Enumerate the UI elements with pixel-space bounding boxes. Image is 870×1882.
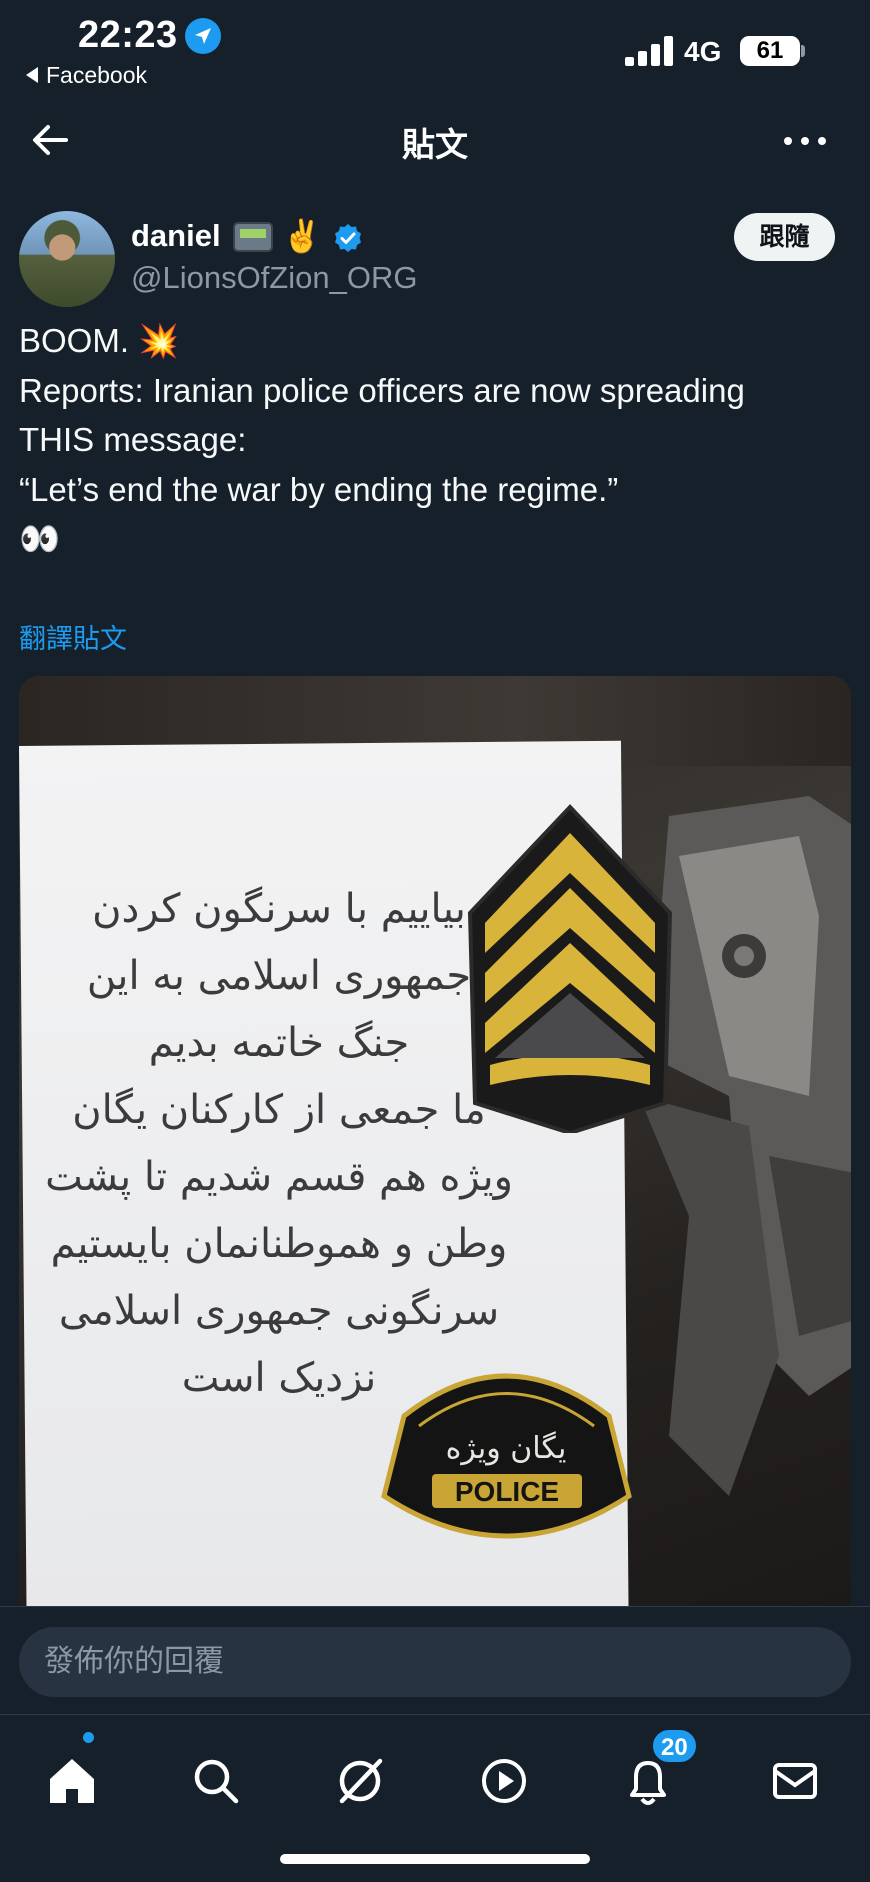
reply-input[interactable] <box>19 1627 851 1697</box>
video-play-icon[interactable] <box>474 1751 534 1811</box>
avatar[interactable] <box>19 211 115 307</box>
battery-tip <box>801 45 805 57</box>
location-arrow-icon <box>185 18 221 54</box>
author-handle[interactable]: @LionsOfZion_ORG <box>131 260 417 296</box>
search-icon[interactable] <box>186 1751 246 1811</box>
home-unread-dot <box>83 1732 94 1743</box>
note-line: بیاییم با سرنگون کردن <box>92 886 466 932</box>
back-triangle-icon <box>26 66 38 83</box>
follow-button[interactable]: 跟隨 <box>734 213 835 261</box>
more-options-icon[interactable] <box>780 118 830 162</box>
verified-badge-icon <box>333 223 363 253</box>
note-line: جمهوری اسلامی به این <box>86 953 472 999</box>
post-header: 貼文 <box>0 104 870 176</box>
tweet-line: BOOM. 💥 <box>19 322 180 359</box>
note-line: ما جمعی از کارکنان یگان <box>72 1087 486 1133</box>
patch-persian-text: یگان ویژه <box>446 1431 567 1466</box>
note-line: وطن و هموطنانمان بایستیم <box>50 1221 508 1267</box>
note-line: سرنگونی جمهوری اسلامی <box>58 1288 500 1334</box>
tweet-photo[interactable]: بیاییم با سرنگون کردن جمهوری اسلامی به ا… <box>19 676 851 1606</box>
reply-bar <box>0 1606 870 1714</box>
tweet-line: Reports: Iranian police officers are now… <box>19 371 745 409</box>
messages-mail-icon[interactable] <box>765 1751 825 1811</box>
author-display-name[interactable]: daniel <box>131 218 221 254</box>
signal-bars-icon <box>625 34 675 66</box>
peace-emoji: ✌️ <box>282 218 322 254</box>
note-text: بیاییم با سرنگون کردن جمهوری اسلامی به ا… <box>39 876 519 1412</box>
status-time: 22:23 <box>78 14 178 56</box>
network-type: 4G <box>684 36 722 67</box>
home-icon[interactable] <box>42 1751 102 1811</box>
tweet-text: BOOM. 💥 Reports: Iranian police officers… <box>19 316 859 564</box>
police-patch: یگان ویژه POLICE <box>381 1373 632 1539</box>
tweet-line: “Let’s end the war by ending the regime.… <box>19 470 619 508</box>
pager-emoji <box>233 222 273 252</box>
home-indicator[interactable] <box>280 1854 590 1864</box>
note-line: ویژه هم قسم شدیم تا پشت <box>45 1154 513 1200</box>
tweet-line: 👀 <box>19 520 61 557</box>
page-title: 貼文 <box>402 126 468 163</box>
back-app-label: Facebook <box>46 62 148 88</box>
status-bar: 22:23 Facebook 4G 61 <box>0 0 870 96</box>
note-line: جنگ خاتمه بدیم <box>148 1020 410 1066</box>
battery-level: 61 <box>740 36 800 66</box>
tweet-line: THIS message: <box>19 421 247 458</box>
patch-police-label: POLICE <box>455 1476 559 1507</box>
grok-icon[interactable] <box>330 1751 390 1811</box>
translate-post-link[interactable]: 翻譯貼文 <box>19 617 127 656</box>
sergeant-chevron-patch <box>467 804 673 1133</box>
notifications-badge: 20 <box>651 1728 698 1764</box>
back-to-app-link[interactable]: Facebook <box>26 62 147 89</box>
